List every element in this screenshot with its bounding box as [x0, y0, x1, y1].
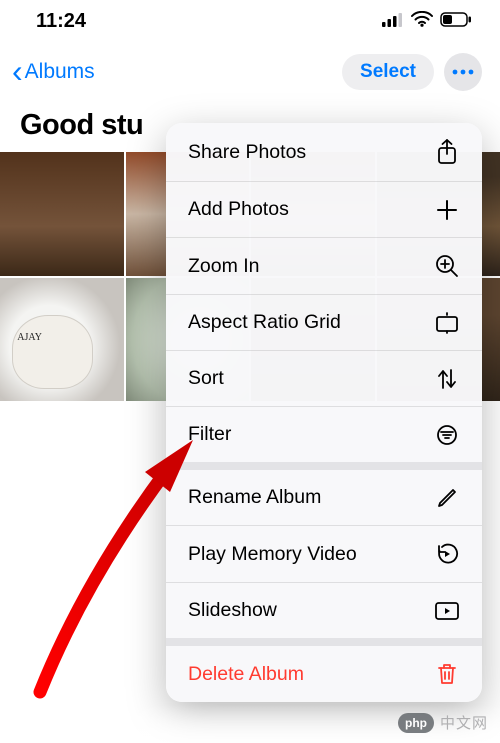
menu-item-label: Zoom In — [188, 255, 260, 278]
pencil-icon — [434, 487, 460, 509]
menu-item-filter[interactable]: Filter — [166, 407, 482, 470]
back-label: Albums — [25, 60, 95, 84]
replay-icon — [434, 542, 460, 566]
more-button[interactable] — [444, 53, 482, 91]
menu-item-rename-album[interactable]: Rename Album — [166, 470, 482, 526]
cellular-icon — [382, 10, 404, 33]
ellipsis-icon — [452, 69, 474, 75]
navigation-bar: ‹ Albums Select — [0, 39, 500, 95]
status-indicators — [382, 10, 472, 33]
menu-item-label: Filter — [188, 423, 231, 446]
menu-item-add-photos[interactable]: Add Photos — [166, 182, 482, 238]
menu-item-label: Slideshow — [188, 599, 277, 622]
filter-icon — [434, 424, 460, 446]
menu-item-label: Delete Album — [188, 663, 304, 686]
aspect-icon — [434, 312, 460, 334]
menu-item-slideshow[interactable]: Slideshow — [166, 583, 482, 646]
photo-thumbnail[interactable]: AJAY — [0, 278, 124, 402]
menu-item-label: Share Photos — [188, 141, 306, 164]
menu-item-label: Play Memory Video — [188, 543, 357, 566]
context-menu: Share Photos Add Photos Zoom In Aspect Rati… — [166, 123, 482, 702]
photo-thumbnail[interactable] — [0, 152, 124, 276]
play-rect-icon — [434, 601, 460, 621]
select-button[interactable]: Select — [342, 54, 434, 90]
back-button[interactable]: ‹ Albums — [12, 58, 95, 87]
watermark: php 中文网 — [398, 712, 488, 733]
menu-item-label: Sort — [188, 367, 224, 390]
plus-icon — [434, 199, 460, 221]
trash-icon — [434, 662, 460, 686]
menu-item-label: Aspect Ratio Grid — [188, 311, 341, 334]
battery-icon — [440, 10, 472, 33]
chevron-left-icon: ‹ — [12, 55, 23, 87]
status-time: 11:24 — [36, 10, 86, 33]
menu-item-play-memory-video[interactable]: Play Memory Video — [166, 526, 482, 583]
status-bar: 11:24 — [0, 0, 500, 39]
menu-item-label: Add Photos — [188, 198, 289, 221]
menu-item-delete-album[interactable]: Delete Album — [166, 646, 482, 702]
menu-item-zoom-in[interactable]: Zoom In — [166, 238, 482, 295]
menu-item-sort[interactable]: Sort — [166, 351, 482, 407]
zoom-in-icon — [434, 254, 460, 278]
sort-icon — [434, 368, 460, 390]
menu-item-share-photos[interactable]: Share Photos — [166, 123, 482, 182]
share-icon — [434, 139, 460, 165]
wifi-icon — [411, 10, 433, 33]
menu-item-label: Rename Album — [188, 486, 321, 509]
menu-item-aspect-ratio-grid[interactable]: Aspect Ratio Grid — [166, 295, 482, 351]
